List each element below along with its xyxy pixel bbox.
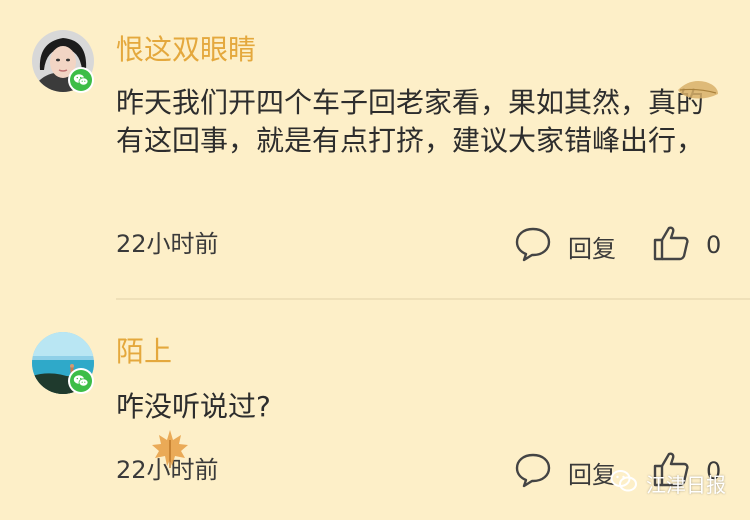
wechat-icon <box>68 368 94 394</box>
reply-button[interactable]: 回复 <box>514 452 616 492</box>
reply-button[interactable]: 回复 <box>514 226 616 266</box>
timestamp: 22小时前 <box>116 456 219 484</box>
thumbs-up-icon <box>652 224 690 266</box>
comment-text: 昨天我们开四个车子回老家看，果如其然，真的有这回事，就是有点打挤，建议大家错峰出… <box>116 86 705 157</box>
like-count: 0 <box>706 231 722 259</box>
watermark-text: 江津日报 <box>646 473 726 497</box>
username[interactable]: 恨这双眼睛 <box>116 33 256 67</box>
timestamp: 22小时前 <box>116 230 219 258</box>
comment-text: 咋没听说过? <box>116 390 271 423</box>
watermark: 江津日报 <box>610 469 726 498</box>
username[interactable]: 陌上 <box>116 335 172 369</box>
wechat-icon <box>68 67 94 93</box>
comment-bubble-icon <box>514 226 552 266</box>
comment-item: 恨这双眼睛 昨天我们开四个车子回老家看，果如其然，真的有这回事，就是有点打挤，建… <box>0 0 750 298</box>
wechat-icon <box>610 469 638 498</box>
comment-bubble-icon <box>514 452 552 492</box>
reply-label: 回复 <box>568 234 616 263</box>
reply-label: 回复 <box>568 460 616 489</box>
like-button[interactable]: 0 <box>652 224 721 266</box>
